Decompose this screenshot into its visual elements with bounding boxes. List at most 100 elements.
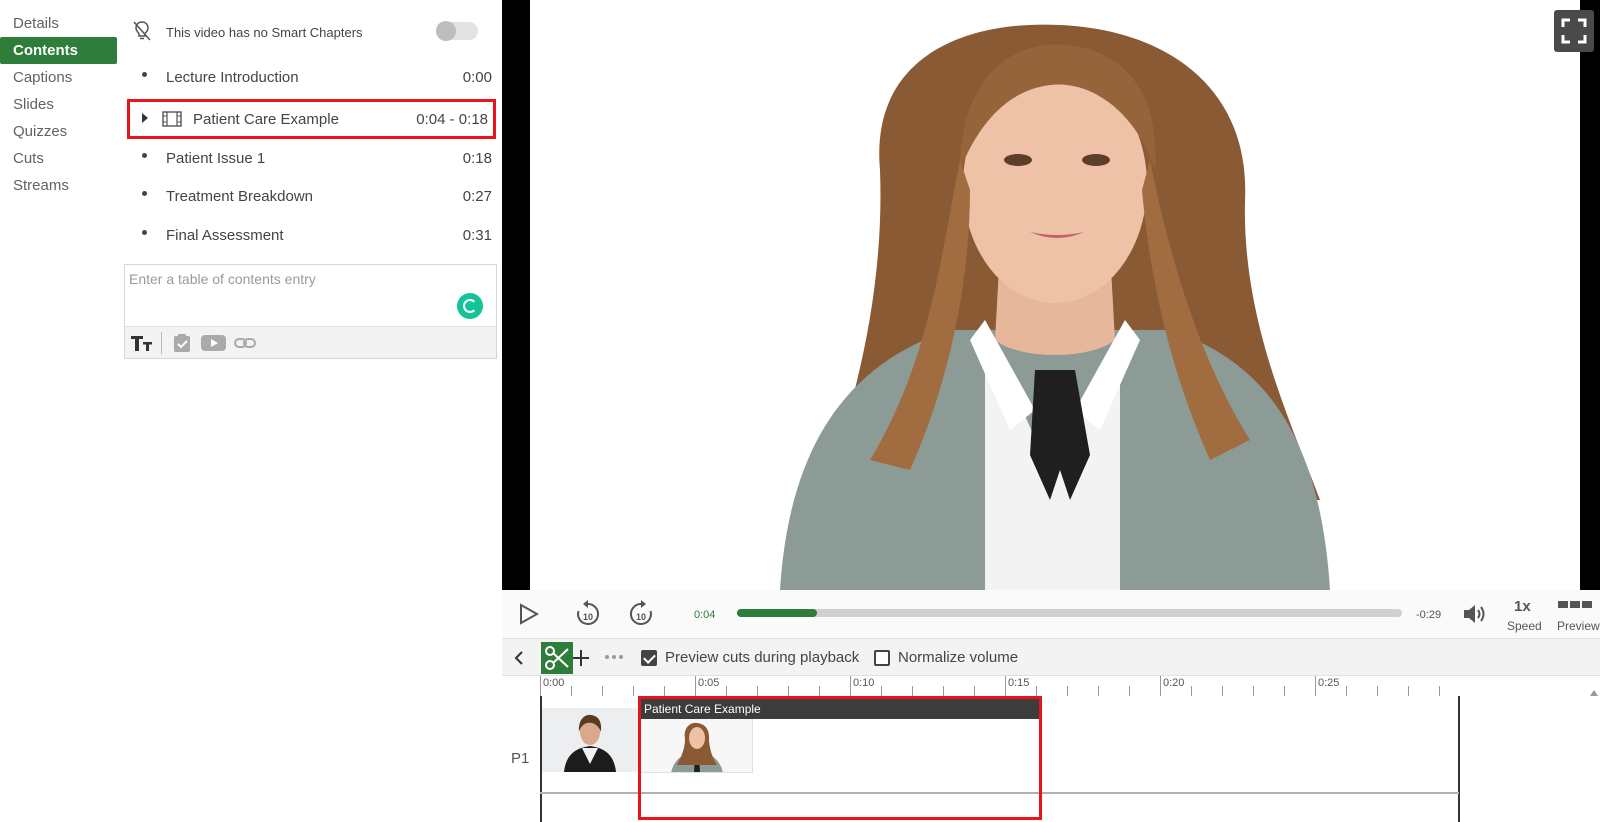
normalize-volume-label: Normalize volume <box>898 649 1019 666</box>
ruler-tick <box>974 686 975 696</box>
timeline-ruler[interactable]: 0:00 0:05 0:10 0:15 0:20 0:25 <box>502 676 1600 696</box>
cut-button[interactable] <box>541 642 573 674</box>
ruler-tick <box>1036 686 1037 696</box>
toc-item-time: 0:18 <box>462 150 492 167</box>
video-frame <box>530 0 1580 590</box>
ruler-tick <box>1160 676 1161 696</box>
forward-10-icon[interactable]: 10 <box>628 600 654 628</box>
ruler-tick <box>1346 686 1347 696</box>
speed-button[interactable]: 1x <box>1514 598 1531 615</box>
ruler-tick <box>757 686 758 696</box>
ruler-tick-label: 0:15 <box>1008 677 1030 689</box>
ruler-tick <box>850 676 851 696</box>
ruler-tick <box>602 686 603 696</box>
text-format-icon[interactable] <box>130 333 154 353</box>
nav-item-captions[interactable]: Captions <box>0 64 118 91</box>
ruler-tick <box>1377 686 1378 696</box>
ruler-tick-label: 0:20 <box>1163 677 1185 689</box>
toc-item[interactable]: Patient Issue 1 0:18 <box>124 140 500 178</box>
svg-text:10: 10 <box>636 612 646 622</box>
youtube-icon[interactable] <box>200 333 227 353</box>
volume-icon[interactable] <box>1462 602 1488 626</box>
toggle-knob <box>436 21 456 41</box>
toc-item[interactable]: Treatment Breakdown 0:27 <box>124 178 500 216</box>
player-controls: 10 10 0:04 -0:29 1x Speed Preview <box>502 590 1600 638</box>
ruler-tick <box>1129 686 1130 696</box>
ruler-tick <box>1191 686 1192 696</box>
ruler-tick <box>1098 686 1099 696</box>
normalize-volume-checkbox[interactable] <box>874 650 890 666</box>
toc-item-title: Patient Care Example <box>193 111 339 128</box>
ruler-tick <box>1439 686 1440 696</box>
ruler-tick <box>695 676 696 696</box>
toc-item[interactable]: Final Assessment 0:31 <box>124 217 500 255</box>
toc-item-time: 0:31 <box>462 227 492 244</box>
presenter-image <box>780 24 1330 590</box>
more-options-icon[interactable] <box>604 653 624 661</box>
smart-chapters-text: This video has no Smart Chapters <box>166 25 363 40</box>
ruler-tick <box>1067 686 1068 696</box>
ruler-tick <box>943 686 944 696</box>
scissors-icon <box>545 646 569 670</box>
ruler-tick <box>633 686 634 696</box>
toc-item-selected[interactable]: Patient Care Example 0:04 - 0:18 <box>127 99 496 139</box>
expand-caret-icon[interactable] <box>142 113 148 123</box>
film-icon <box>162 111 182 127</box>
bullet-icon <box>142 191 147 196</box>
video-player[interactable] <box>502 0 1600 590</box>
plus-icon[interactable] <box>572 649 590 667</box>
ruler-tick <box>540 676 541 696</box>
selected-clip[interactable]: Patient Care Example <box>638 696 1042 820</box>
grammarly-icon[interactable] <box>457 293 483 319</box>
smart-chapters-toggle[interactable] <box>436 21 478 41</box>
lightbulb-off-icon <box>133 21 151 41</box>
nav-item-quizzes[interactable]: Quizzes <box>0 118 118 145</box>
nav-item-cuts[interactable]: Cuts <box>0 145 118 172</box>
fullscreen-icon <box>1561 18 1587 44</box>
fullscreen-button[interactable] <box>1554 10 1594 52</box>
link-icon[interactable] <box>233 333 257 353</box>
rewind-10-icon[interactable]: 10 <box>575 600 601 628</box>
play-icon[interactable] <box>516 602 540 626</box>
seek-bar[interactable] <box>737 609 1402 617</box>
preview-cuts-checkbox[interactable] <box>641 650 657 666</box>
toc-entry-editor: Enter a table of contents entry <box>124 264 497 359</box>
nav-item-contents[interactable]: Contents <box>0 37 117 64</box>
ruler-tick <box>1005 676 1006 696</box>
toc-item[interactable]: Lecture Introduction 0:00 <box>124 59 500 97</box>
chevron-left-icon[interactable] <box>512 650 526 666</box>
ruler-tick <box>664 686 665 696</box>
toc-entry-input[interactable]: Enter a table of contents entry <box>125 265 496 326</box>
seek-bar-progress <box>737 609 817 617</box>
toc-item-title: Patient Issue 1 <box>166 150 266 167</box>
ruler-tick-label: 0:05 <box>698 677 720 689</box>
preview-layout-icon[interactable] <box>1558 600 1594 610</box>
ruler-tick <box>881 686 882 696</box>
bullet-icon <box>142 230 147 235</box>
ruler-tick <box>1222 686 1223 696</box>
video-thumbnail <box>542 708 638 772</box>
ruler-tick <box>819 686 820 696</box>
timeline[interactable]: 0:00 0:05 0:10 0:15 0:20 0:25 P1 Patient Care… <box>502 676 1600 822</box>
track-end-marker[interactable] <box>1458 696 1460 822</box>
ruler-tick-label: 0:25 <box>1318 677 1340 689</box>
editor-toolbar <box>125 326 496 358</box>
remaining-time: -0:29 <box>1416 609 1442 621</box>
svg-text:10: 10 <box>583 612 593 622</box>
ruler-tick <box>571 686 572 696</box>
scroll-up-arrow-icon[interactable] <box>1590 690 1598 696</box>
nav-item-details[interactable]: Details <box>0 10 118 37</box>
preview-label: Preview <box>1557 619 1600 633</box>
ruler-tick <box>788 686 789 696</box>
toc-item-title: Treatment Breakdown <box>166 188 314 205</box>
ruler-tick <box>1315 676 1316 696</box>
speed-label: Speed <box>1507 619 1542 633</box>
toc-item-title: Lecture Introduction <box>166 69 299 86</box>
ruler-tick <box>912 686 913 696</box>
quiz-clipboard-icon[interactable] <box>172 333 192 353</box>
nav-item-slides[interactable]: Slides <box>0 91 118 118</box>
nav-item-streams[interactable]: Streams <box>0 172 118 199</box>
bullet-icon <box>142 72 147 77</box>
current-time: 0:04 <box>694 609 716 621</box>
ruler-tick-label: 0:10 <box>853 677 875 689</box>
